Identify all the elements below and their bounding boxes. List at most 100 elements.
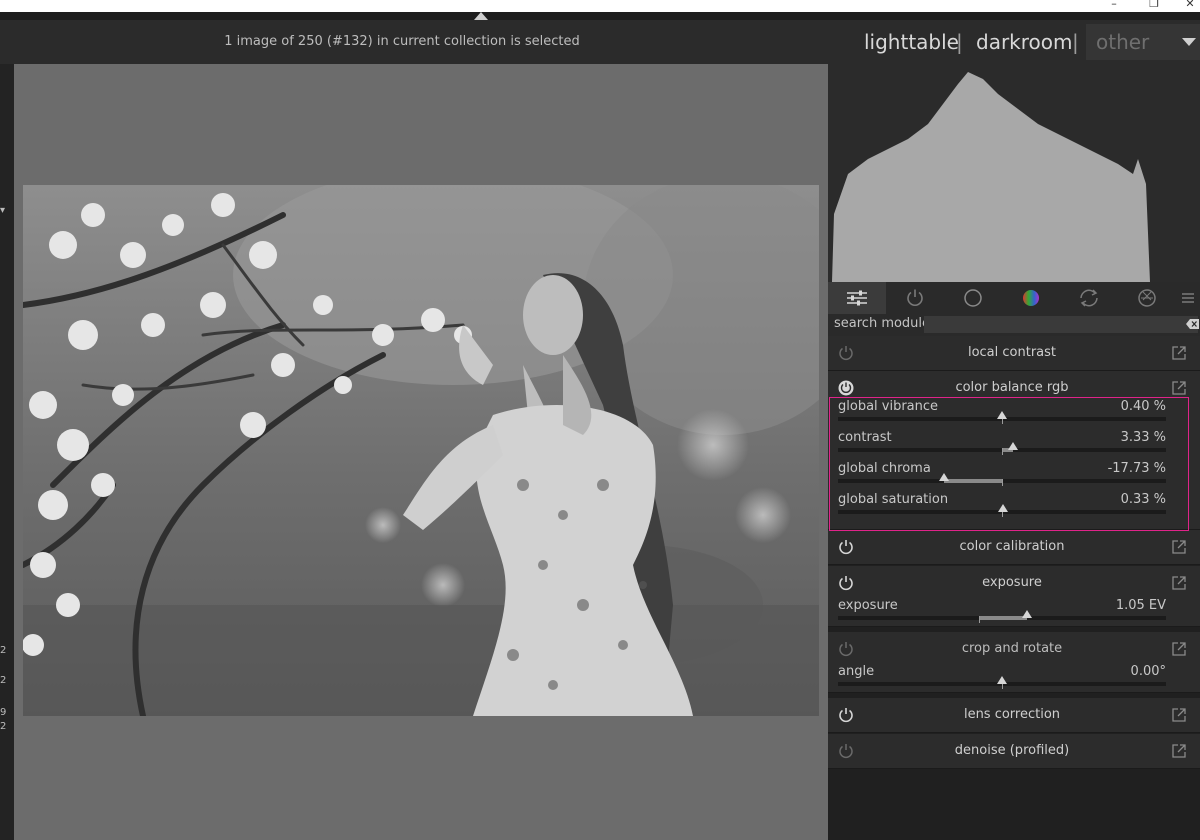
histogram-graph (832, 72, 1150, 282)
chevron-down-icon[interactable]: ▾ (0, 206, 5, 216)
os-title-bar: – ❐ ✕ (0, 0, 1200, 12)
strip-mark: 9 (0, 707, 7, 718)
tab-correct[interactable] (1060, 282, 1118, 314)
slider-contrast[interactable]: contrast 3.33 % (828, 426, 1200, 457)
view-separator: | (956, 30, 963, 54)
power-icon[interactable] (838, 380, 854, 396)
search-module-label: search module (834, 316, 931, 331)
external-link-icon[interactable] (1171, 575, 1187, 591)
slider-fill (943, 479, 1002, 483)
slider-track[interactable] (838, 473, 1166, 486)
photo-preview[interactable] (23, 185, 819, 716)
view-other[interactable]: other (1096, 30, 1149, 54)
slider-label: global chroma (838, 461, 931, 476)
chevron-down-icon[interactable] (1182, 38, 1196, 46)
external-link-icon[interactable] (1171, 743, 1187, 759)
slider-exposure[interactable]: exposure 1.05 EV (828, 594, 1200, 625)
module-header[interactable]: denoise (profiled) (828, 734, 1200, 768)
external-link-icon[interactable] (1171, 380, 1187, 396)
module-title: exposure (982, 575, 1042, 590)
slider-global-saturation[interactable]: global saturation 0.33 % (828, 488, 1200, 519)
slider-label: exposure (838, 598, 898, 613)
power-icon[interactable] (838, 575, 854, 591)
module-group-tabs (828, 282, 1200, 314)
close-icon[interactable]: ✕ (1182, 0, 1198, 12)
image-canvas[interactable] (14, 64, 828, 840)
module-header[interactable]: lens correction (828, 698, 1200, 732)
view-lighttable[interactable]: lighttable (864, 30, 959, 54)
tab-active-modules[interactable] (828, 282, 886, 314)
selection-status: 1 image of 250 (#132) in current collect… (224, 34, 580, 49)
external-link-icon[interactable] (1171, 641, 1187, 657)
module-header[interactable]: color calibration (828, 530, 1200, 564)
module-color-calibration: color calibration (828, 530, 1200, 565)
power-icon[interactable] (838, 743, 854, 759)
slider-global-chroma[interactable]: global chroma -17.73 % (828, 457, 1200, 488)
slider-zero-mark (979, 616, 981, 623)
tab-presets-menu[interactable] (1176, 282, 1200, 314)
power-icon[interactable] (838, 539, 854, 555)
power-icon[interactable] (838, 345, 854, 361)
slider-track[interactable] (838, 504, 1166, 517)
slider-global-vibrance[interactable]: global vibrance 0.40 % (828, 395, 1200, 426)
slider-value[interactable]: -17.73 % (1108, 461, 1166, 476)
left-panel-strip: ▾ 2 2 9 2 (0, 64, 14, 840)
top-header: 1 image of 250 (#132) in current collect… (0, 20, 828, 64)
power-icon[interactable] (838, 641, 854, 657)
slider-thumb[interactable] (997, 411, 1008, 419)
tab-power[interactable] (886, 282, 944, 314)
search-module-input[interactable] (924, 316, 1198, 333)
external-link-icon[interactable] (1171, 707, 1187, 723)
slider-angle[interactable]: angle 0.00° (828, 660, 1200, 691)
slider-value[interactable]: 0.00° (1131, 664, 1166, 679)
tab-effects[interactable] (1118, 282, 1176, 314)
strip-mark: 2 (0, 645, 7, 656)
module-title: crop and rotate (961, 641, 1063, 656)
slider-thumb[interactable] (997, 676, 1007, 684)
slider-thumb[interactable] (938, 473, 949, 481)
photo-image (23, 185, 819, 716)
external-link-icon[interactable] (1171, 539, 1187, 555)
slider-track[interactable] (838, 610, 1166, 623)
module-title: local contrast (967, 345, 1057, 360)
restore-icon[interactable]: ❐ (1146, 0, 1162, 12)
sliders-icon (847, 290, 867, 306)
power-icon[interactable] (838, 707, 854, 723)
strip-mark: 2 (0, 675, 7, 686)
slider-thumb[interactable] (997, 504, 1008, 512)
module-title: lens correction (963, 707, 1061, 722)
slider-thumb[interactable] (1007, 442, 1018, 450)
view-separator: | (1072, 30, 1079, 54)
slider-label: contrast (838, 430, 892, 445)
tab-color[interactable] (1002, 282, 1060, 314)
slider-track[interactable] (838, 411, 1166, 424)
slider-label: global saturation (838, 492, 949, 507)
tab-base[interactable] (944, 282, 1002, 314)
module-lens-correction: lens correction (828, 698, 1200, 733)
slider-fill (979, 616, 1027, 620)
slider-thumb[interactable] (1021, 610, 1032, 618)
clear-search-icon[interactable] (1186, 318, 1200, 330)
minimize-icon[interactable]: – (1106, 0, 1122, 12)
slider-value[interactable]: 0.40 % (1121, 399, 1166, 414)
module-exposure: exposure exposure 1.05 EV (828, 566, 1200, 627)
slider-track[interactable] (838, 676, 1166, 689)
view-switcher: lighttable | darkroom | other (828, 20, 1200, 64)
module-header[interactable]: local contrast (828, 336, 1200, 370)
right-panel: search module local contrast color balan… (828, 64, 1200, 840)
external-link-icon[interactable] (1171, 345, 1187, 361)
module-color-balance-rgb: color balance rgb global vibrance 0.40 %… (828, 371, 1200, 530)
top-panel-collapse-icon[interactable] (474, 12, 488, 20)
view-darkroom[interactable]: darkroom (976, 30, 1073, 54)
slider-value[interactable]: 3.33 % (1121, 430, 1166, 445)
slider-track[interactable] (838, 442, 1166, 455)
slider-zero-mark (1002, 448, 1003, 455)
slider-value[interactable]: 1.05 EV (1116, 598, 1166, 613)
rotate-arrows-icon (1080, 289, 1098, 307)
module-title: color calibration (959, 539, 1065, 554)
module-title: color balance rgb (955, 380, 1069, 395)
power-icon (907, 289, 923, 306)
module-local-contrast: local contrast (828, 336, 1200, 371)
histogram[interactable] (828, 64, 1200, 282)
slider-value[interactable]: 0.33 % (1121, 492, 1166, 507)
